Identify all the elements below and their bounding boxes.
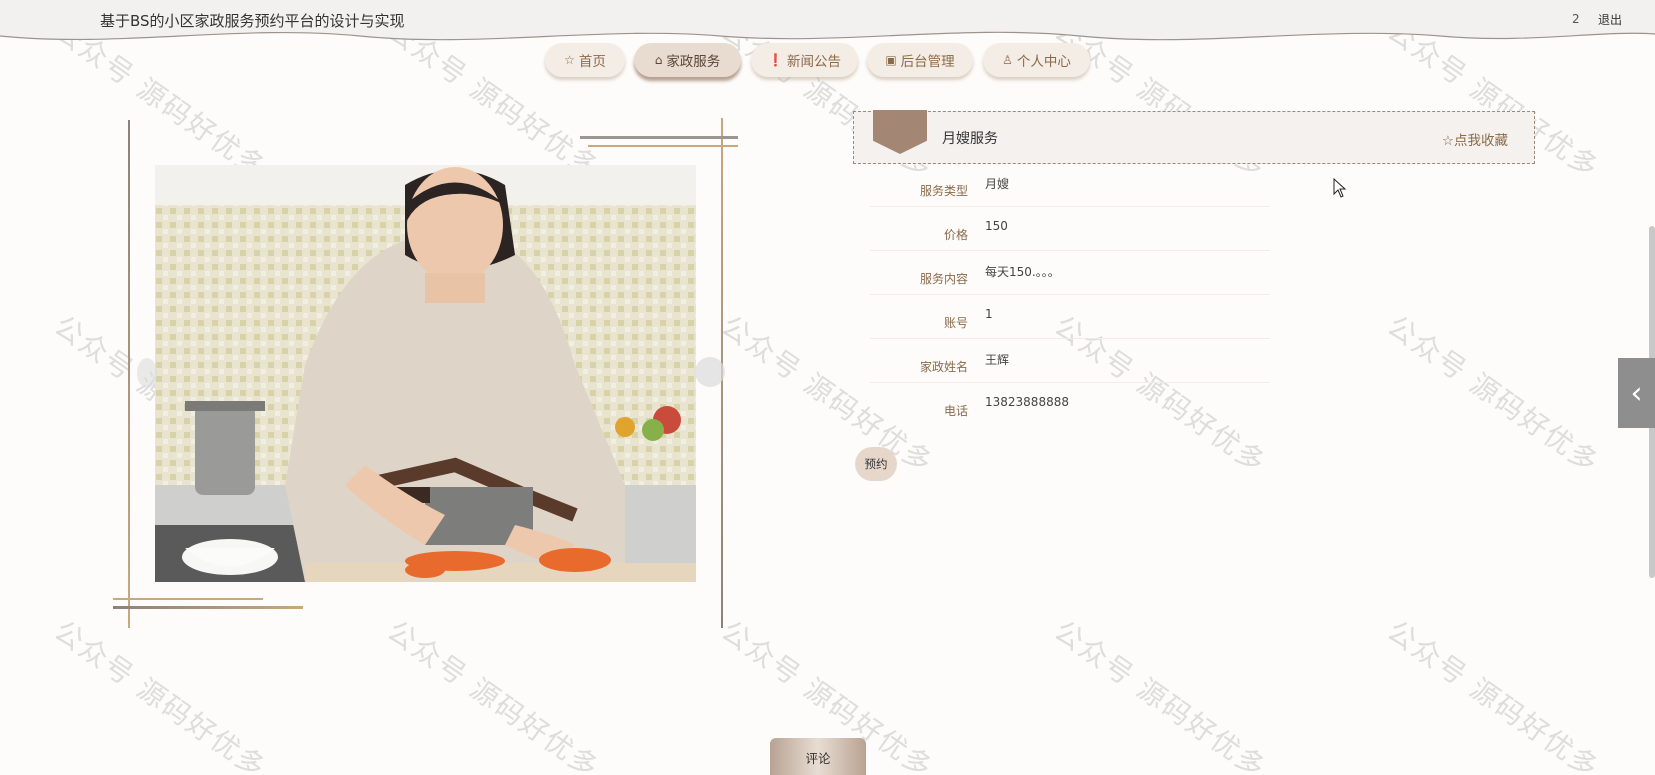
field-value-phone: 13823888888 <box>985 395 1069 409</box>
service-title: 月嫂服务 <box>942 131 998 147</box>
nav-label: 个人中心 <box>1016 54 1071 70</box>
chevron-left-icon[interactable]: ‹ <box>1618 358 1655 428</box>
nav-label: 新闻公告 <box>786 54 841 70</box>
watermark-text: 公众号 源码好优多 <box>1381 614 1606 775</box>
divider <box>870 206 1270 207</box>
nav-profile[interactable]: ♙ 个人中心 <box>983 43 1090 77</box>
site-title: 基于BS的小区家政服务预约平台的设计与实现 <box>100 12 405 30</box>
field-label-account: 账号 <box>943 316 968 330</box>
detail-header: 月嫂服务 ☆点我收藏 <box>853 110 1535 164</box>
watermark-text: 公众号 源码好优多 <box>381 614 606 775</box>
field-value-service-type: 月嫂 <box>985 177 1010 191</box>
nav-label: 家政服务 <box>666 54 721 70</box>
field-value-account: 1 <box>985 307 993 321</box>
logout-link[interactable]: 退出 <box>1598 11 1622 28</box>
carousel-prev-dot[interactable] <box>137 358 157 388</box>
frame-line <box>128 120 130 628</box>
user-icon: ♙ <box>1002 53 1013 67</box>
main-nav: ☆ 首页 ⌂ 家政服务 ❗ 新闻公告 ▣ 后台管理 ♙ 个人中心 <box>0 43 1655 79</box>
comment-button[interactable]: 评论 <box>770 738 866 775</box>
watermark-text: 公众号 源码好优多 <box>1048 614 1273 775</box>
watermark-text: 公众号 源码好优多 <box>1048 309 1273 481</box>
field-label-price: 价格 <box>943 228 968 242</box>
watermark-text: 公众号 源码好优多 <box>48 614 273 775</box>
title-badge <box>873 110 927 154</box>
frame-line <box>580 136 738 139</box>
box-icon: ▣ <box>885 53 897 67</box>
divider <box>870 382 1270 383</box>
divider <box>870 250 1270 251</box>
divider <box>870 338 1270 339</box>
service-photo <box>155 165 696 582</box>
nav-housekeeping-service[interactable]: ⌂ 家政服务 <box>634 43 741 77</box>
favorite-button[interactable]: ☆点我收藏 <box>1442 129 1508 149</box>
nav-label: 后台管理 <box>900 54 955 70</box>
user-id: 2 <box>1572 12 1580 26</box>
star-icon: ☆ <box>564 53 575 67</box>
field-label-service-content: 服务内容 <box>919 272 968 286</box>
page: 公众号 源码好优多 公众号 源码好优多 公众号 源码好优多 公众号 源码好优多 公众号 … <box>0 0 1655 775</box>
frame-line <box>113 606 303 609</box>
field-value-service-content: 每天150.。。。 <box>985 265 1060 279</box>
divider <box>870 294 1270 295</box>
top-bar: 基于BS的小区家政服务预约平台的设计与实现 2 退出 <box>0 0 1655 48</box>
watermark-text: 公众号 源码好优多 <box>1381 309 1606 481</box>
nav-news[interactable]: ❗ 新闻公告 <box>751 43 858 77</box>
carousel-next-dot[interactable] <box>695 357 725 387</box>
field-label-housekeeper-name: 家政姓名 <box>919 360 968 374</box>
info-icon: ❗ <box>768 53 783 67</box>
nav-admin[interactable]: ▣ 后台管理 <box>867 43 973 77</box>
book-button[interactable]: 预约 <box>855 447 897 481</box>
nav-label: 首页 <box>578 54 606 70</box>
nav-home[interactable]: ☆ 首页 <box>545 43 625 77</box>
field-label-phone: 电话 <box>943 404 968 418</box>
frame-line <box>588 145 738 147</box>
bag-icon: ⌂ <box>654 53 663 67</box>
field-value-housekeeper-name: 王辉 <box>985 353 1010 367</box>
frame-line <box>113 598 263 600</box>
watermark-text: 公众号 源码好优多 <box>715 309 940 481</box>
field-value-price: 150 <box>985 219 1008 233</box>
mouse-cursor-icon <box>1333 178 1347 198</box>
field-label-service-type: 服务类型 <box>919 184 968 198</box>
